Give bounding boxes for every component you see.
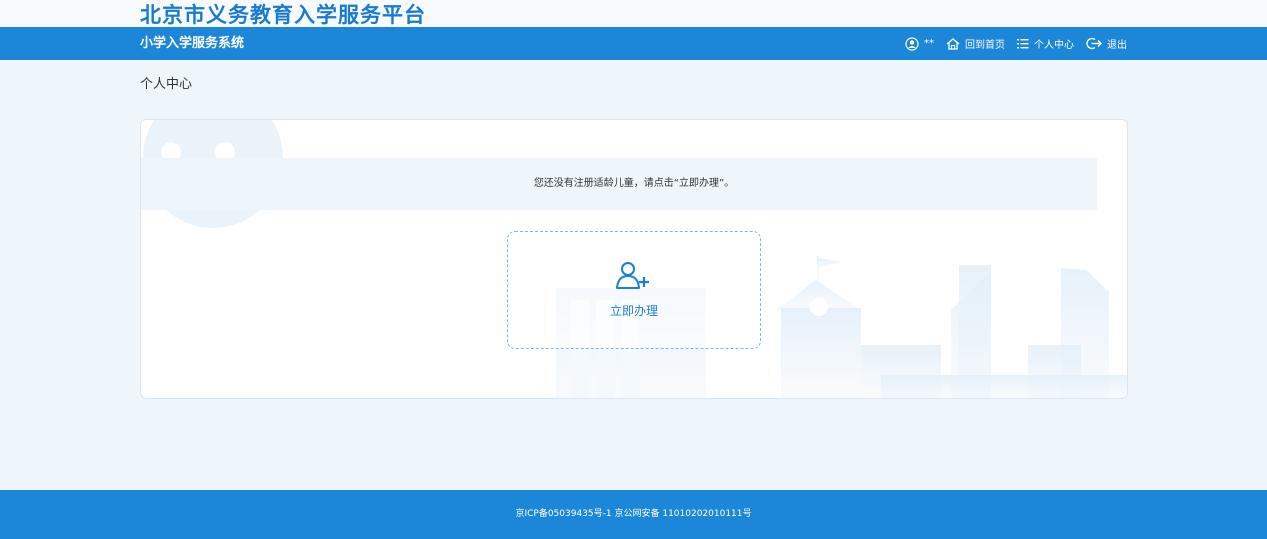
nav-home-label: 回到首页	[965, 40, 1005, 51]
notice-message: 您还没有注册适龄儿童，请点击“立即办理”。	[533, 178, 735, 189]
nav-personal-center-label: 个人中心	[1034, 40, 1074, 51]
main-card: 您还没有注册适龄儿童，请点击“立即办理”。 立即办理	[140, 119, 1128, 399]
add-user-icon	[614, 261, 654, 297]
nav-menu: ** 回到首页 个人中心 退出	[905, 27, 1127, 60]
user-menu[interactable]: **	[905, 36, 934, 51]
footer-copyright: 京ICP备05039435号-1 京公网安备 11010202010111号	[515, 509, 752, 519]
home-icon	[946, 37, 960, 50]
nav-personal-center-link[interactable]: 个人中心	[1017, 36, 1074, 51]
platform-title: 北京市义务教育入学服务平台	[140, 3, 426, 27]
nav-bar: 小学入学服务系统 ** 回到首页 个人中心 退出	[0, 27, 1267, 60]
system-title: 小学入学服务系统	[140, 36, 245, 51]
nav-logout-label: 退出	[1107, 40, 1127, 51]
breadcrumb: 个人中心	[140, 77, 193, 92]
logout-icon	[1086, 37, 1102, 50]
nav-logout-link[interactable]: 退出	[1086, 36, 1127, 51]
user-name: **	[924, 38, 934, 49]
top-banner: 北京市义务教育入学服务平台	[0, 0, 1267, 27]
list-icon	[1017, 38, 1029, 49]
footer: 京ICP备05039435号-1 京公网安备 11010202010111号	[0, 490, 1267, 539]
apply-now-label: 立即办理	[609, 304, 658, 318]
user-icon	[905, 36, 919, 51]
apply-now-button[interactable]: 立即办理	[507, 231, 761, 349]
nav-home-link[interactable]: 回到首页	[946, 36, 1005, 51]
